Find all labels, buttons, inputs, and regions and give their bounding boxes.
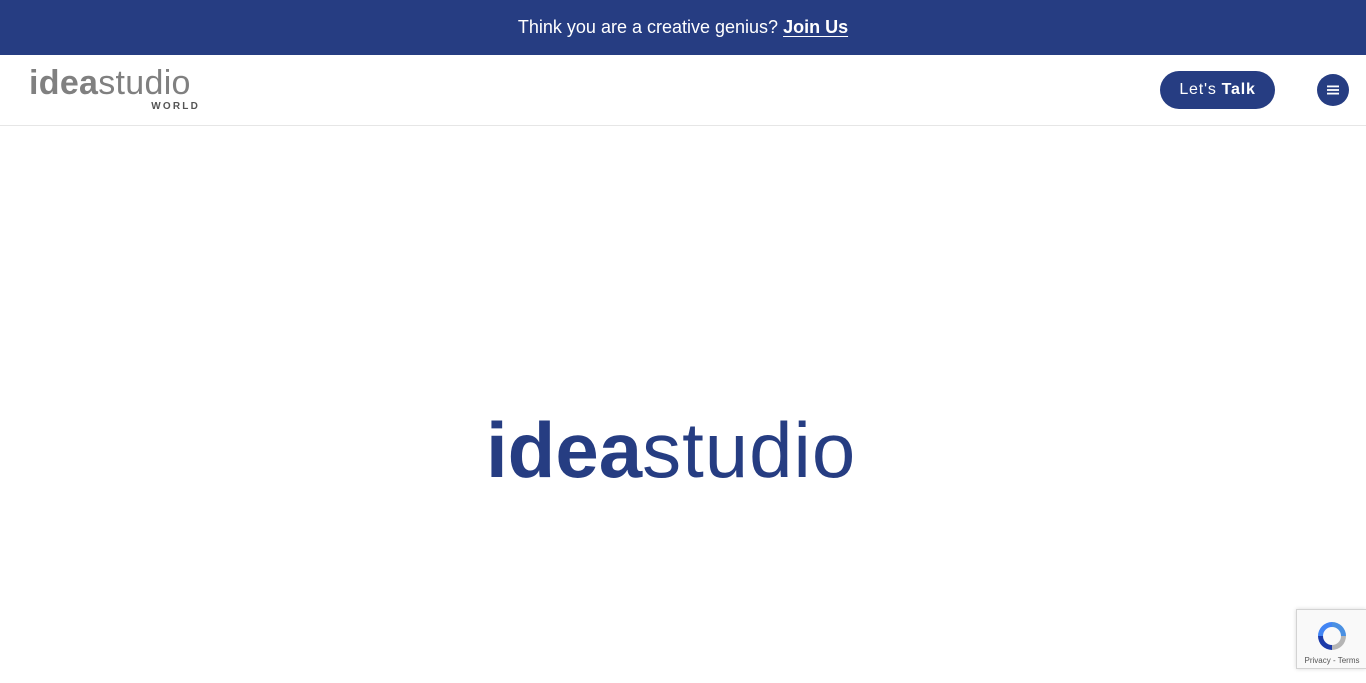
logo-wordmark: ideastudio (29, 65, 191, 101)
hero-logo-bold: idea (486, 406, 643, 494)
lets-talk-prefix: Let's (1179, 81, 1217, 98)
hamburger-icon (1327, 85, 1339, 95)
recaptcha-icon (1318, 622, 1346, 650)
announcement-text: Think you are a creative genius? (517, 17, 779, 37)
site-logo[interactable]: ideastudio WORLD (29, 65, 204, 115)
recaptcha-privacy-link[interactable]: Privacy (1305, 656, 1331, 665)
lets-talk-button[interactable]: Let's Talk (1160, 71, 1275, 109)
hero-logo-light: studio (642, 406, 857, 494)
site-header: ideastudio WORLD Let's Talk (0, 55, 1366, 126)
recaptcha-terms-link[interactable]: Terms (1338, 656, 1360, 665)
lets-talk-bold: Talk (1221, 81, 1256, 98)
recaptcha-separator: - (1330, 656, 1338, 665)
recaptcha-links: Privacy - Terms (1297, 656, 1366, 665)
logo-subtitle: WORLD (151, 101, 200, 112)
announcement-bar: Think you are a creative genius? Join Us (0, 0, 1366, 55)
recaptcha-badge[interactable]: Privacy - Terms (1296, 609, 1366, 669)
logo-light-text: studio (98, 64, 191, 102)
hero-logo: ideastudio (486, 405, 886, 495)
join-us-link[interactable]: Join Us (783, 17, 848, 38)
menu-button[interactable] (1317, 74, 1349, 106)
logo-bold-text: idea (29, 64, 99, 102)
